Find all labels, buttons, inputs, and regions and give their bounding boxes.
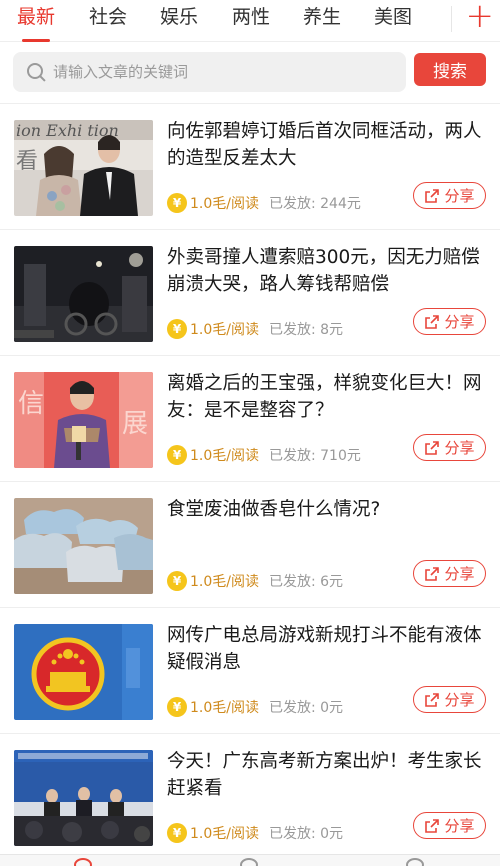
share-label: 分享 <box>444 565 475 583</box>
amount-paid: 已发放: 6元 <box>268 574 344 590</box>
tab-latest[interactable]: 最新 <box>17 0 55 42</box>
couple-event-photo: ion Exhi tion 看 <box>14 120 153 216</box>
share-button[interactable]: 分享 <box>413 308 486 335</box>
share-icon <box>424 188 440 204</box>
share-icon <box>424 566 440 582</box>
tab-label: 最新 <box>17 6 56 28</box>
tab-entertainment[interactable]: 娱乐 <box>160 0 198 42</box>
search-button[interactable]: 搜索 <box>414 53 486 86</box>
tab-label: 娱乐 <box>160 6 199 28</box>
nav-icon[interactable] <box>240 858 258 866</box>
article-title[interactable]: 向佐郭碧婷订婚后首次同框活动，两人的造型反差太大 <box>167 118 485 172</box>
price-per-read: 1.0毛/阅读 <box>190 826 259 842</box>
coin-icon: ¥ <box>167 319 187 339</box>
share-icon <box>424 692 440 708</box>
article-thumbnail[interactable] <box>14 750 153 846</box>
category-tabs: 最新 社会 娱乐 两性 养生 美图 + <box>0 0 500 42</box>
share-label: 分享 <box>444 439 475 457</box>
article-item[interactable]: 信 展 离婚之后的王宝强，样貌变化巨大！网友：是不是整容了？ ¥ 1.0毛/阅读… <box>0 356 500 482</box>
profile-icon[interactable] <box>406 858 424 866</box>
man-with-microphone-photo: 信 展 <box>14 372 153 468</box>
article-title[interactable]: 网传广电总局游戏新规打斗不能有液体疑假消息 <box>167 622 485 676</box>
share-icon <box>424 818 440 834</box>
search-icon <box>27 63 45 81</box>
home-icon[interactable] <box>74 858 92 866</box>
tab-label: 两性 <box>232 6 271 28</box>
article-list: ion Exhi tion 看 向佐郭碧婷订婚后首次同框活动，两人的造型反差太大… <box>0 104 500 860</box>
article-title[interactable]: 离婚之后的王宝强，样貌变化巨大！网友：是不是整容了？ <box>167 370 485 424</box>
svg-text:展: 展 <box>122 409 148 439</box>
national-emblem-photo <box>14 624 153 720</box>
share-label: 分享 <box>444 691 475 709</box>
share-button[interactable]: 分享 <box>413 560 486 587</box>
amount-paid: 已发放: 710元 <box>268 448 361 464</box>
tab-relationships[interactable]: 两性 <box>232 0 270 42</box>
amount-paid: 已发放: 0元 <box>268 826 344 842</box>
share-icon <box>424 440 440 456</box>
share-label: 分享 <box>444 187 475 205</box>
share-label: 分享 <box>444 817 475 835</box>
share-button[interactable]: 分享 <box>413 686 486 713</box>
coin-icon: ¥ <box>167 445 187 465</box>
share-icon <box>424 314 440 330</box>
price-per-read: 1.0毛/阅读 <box>190 448 259 464</box>
article-title[interactable]: 外卖哥撞人遭索赔300元，因无力赔偿崩溃大哭，路人筹钱帮赔偿 <box>167 244 485 298</box>
article-meta: ¥ 1.0毛/阅读 已发放: 6元 <box>167 570 343 592</box>
price-per-read: 1.0毛/阅读 <box>190 196 259 212</box>
price-per-read: 1.0毛/阅读 <box>190 700 259 716</box>
article-meta: ¥ 1.0毛/阅读 已发放: 710元 <box>167 444 361 466</box>
search-input[interactable] <box>53 63 373 81</box>
coin-icon: ¥ <box>167 193 187 213</box>
article-thumbnail[interactable] <box>14 624 153 720</box>
press-conference-photo <box>14 750 153 846</box>
article-meta: ¥ 1.0毛/阅读 已发放: 0元 <box>167 696 343 718</box>
tab-label: 社会 <box>89 6 128 28</box>
tab-label: 美图 <box>374 6 413 28</box>
coin-icon: ¥ <box>167 823 187 843</box>
bottom-nav <box>0 854 500 866</box>
article-meta: ¥ 1.0毛/阅读 已发放: 244元 <box>167 192 361 214</box>
coin-icon: ¥ <box>167 571 187 591</box>
article-meta: ¥ 1.0毛/阅读 已发放: 8元 <box>167 318 343 340</box>
article-item[interactable]: 今天！广东高考新方案出炉！考生家长赶紧看 ¥ 1.0毛/阅读 已发放: 0元 分… <box>0 734 500 860</box>
share-label: 分享 <box>444 313 475 331</box>
share-button[interactable]: 分享 <box>413 434 486 461</box>
article-item[interactable]: ion Exhi tion 看 向佐郭碧婷订婚后首次同框活动，两人的造型反差太大… <box>0 104 500 230</box>
article-thumbnail[interactable]: 信 展 <box>14 372 153 468</box>
tabs-divider <box>451 6 452 32</box>
price-per-read: 1.0毛/阅读 <box>190 574 259 590</box>
article-item[interactable]: 食堂废油做香皂什么情况? ¥ 1.0毛/阅读 已发放: 6元 分享 <box>0 482 500 608</box>
tab-label: 养生 <box>303 6 342 28</box>
tab-society[interactable]: 社会 <box>89 0 127 42</box>
article-item[interactable]: 外卖哥撞人遭索赔300元，因无力赔偿崩溃大哭，路人筹钱帮赔偿 ¥ 1.0毛/阅读… <box>0 230 500 356</box>
soap-bars-photo <box>14 498 153 594</box>
share-button[interactable]: 分享 <box>413 182 486 209</box>
price-per-read: 1.0毛/阅读 <box>190 322 259 338</box>
active-tab-indicator <box>22 39 50 42</box>
add-tab-icon[interactable]: + <box>466 0 495 38</box>
tab-health[interactable]: 养生 <box>303 0 341 42</box>
article-title[interactable]: 今天！广东高考新方案出炉！考生家长赶紧看 <box>167 748 485 802</box>
article-item[interactable]: 网传广电总局游戏新规打斗不能有液体疑假消息 ¥ 1.0毛/阅读 已发放: 0元 … <box>0 608 500 734</box>
coin-icon: ¥ <box>167 697 187 717</box>
article-thumbnail[interactable]: ion Exhi tion 看 <box>14 120 153 216</box>
search-bar <box>13 52 406 92</box>
article-meta: ¥ 1.0毛/阅读 已发放: 0元 <box>167 822 343 844</box>
svg-text:信: 信 <box>18 389 44 419</box>
share-button[interactable]: 分享 <box>413 812 486 839</box>
svg-text:看: 看 <box>16 149 38 174</box>
article-thumbnail[interactable] <box>14 246 153 342</box>
amount-paid: 已发放: 8元 <box>268 322 344 338</box>
amount-paid: 已发放: 0元 <box>268 700 344 716</box>
tab-pictures[interactable]: 美图 <box>374 0 412 42</box>
amount-paid: 已发放: 244元 <box>268 196 361 212</box>
article-title[interactable]: 食堂废油做香皂什么情况? <box>167 496 485 523</box>
article-thumbnail[interactable] <box>14 498 153 594</box>
night-street-photo <box>14 246 153 342</box>
